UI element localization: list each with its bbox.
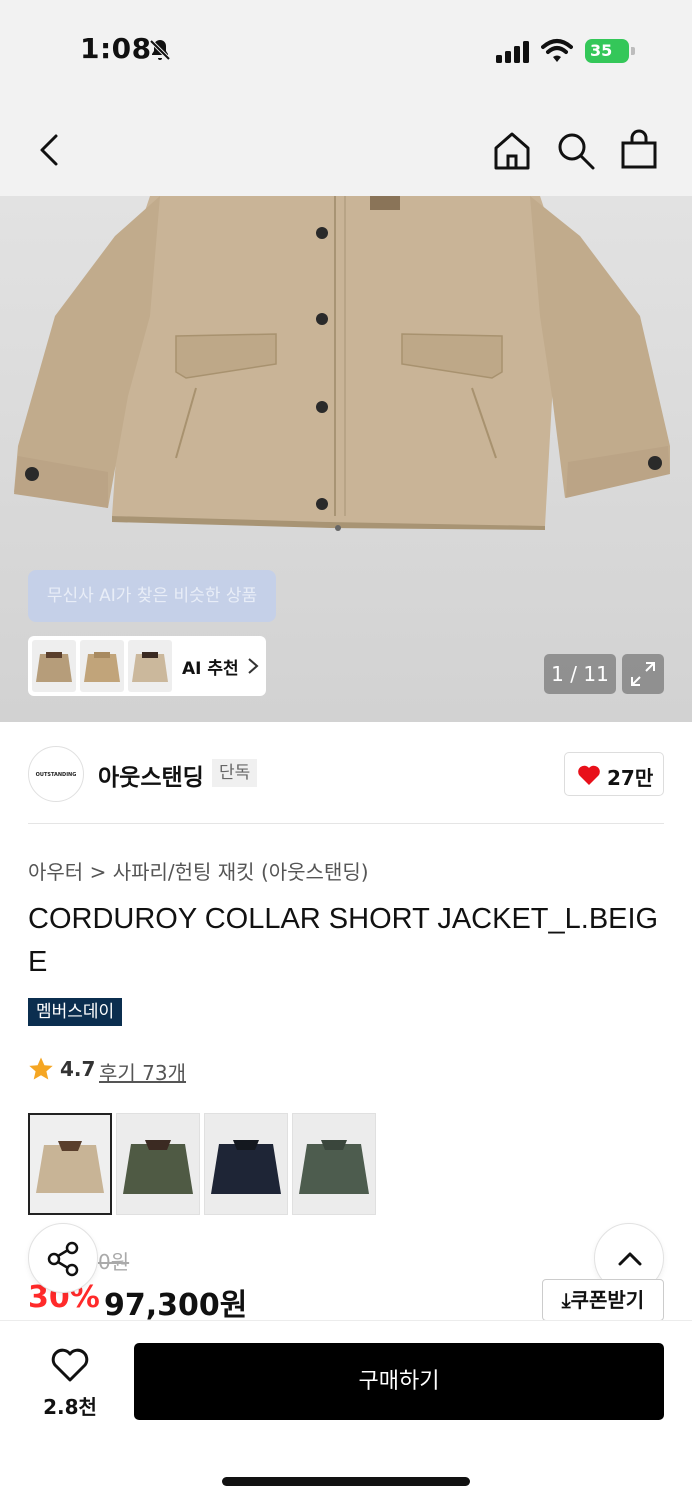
event-badge: 멤버스데이 bbox=[28, 998, 123, 1026]
download-icon: ⤓ bbox=[561, 1288, 571, 1312]
color-option-image bbox=[205, 1114, 287, 1214]
wishlist-count: 2.8천 bbox=[43, 1395, 97, 1419]
brand-like-button[interactable]: 27만 bbox=[564, 752, 664, 796]
color-option-1[interactable] bbox=[28, 1113, 112, 1215]
brand-logo[interactable]: OUTSTANDING bbox=[28, 746, 84, 802]
category-link[interactable]: 아우터 bbox=[28, 860, 83, 884]
ai-recommend-card[interactable]: AI 추천 bbox=[28, 636, 266, 696]
product-title: CORDUROY COLLAR SHORT JACKET_L.BEIGE bbox=[28, 903, 659, 978]
expand-icon bbox=[631, 662, 655, 686]
battery-tip bbox=[631, 47, 635, 55]
battery-level: 35 bbox=[585, 39, 629, 63]
color-option-image bbox=[293, 1114, 375, 1214]
shopping-bag-icon[interactable] bbox=[617, 128, 661, 172]
color-option-4[interactable] bbox=[292, 1113, 376, 1215]
expand-button[interactable] bbox=[622, 654, 664, 694]
image-counter: 1 / 11 bbox=[544, 654, 616, 694]
color-option-2[interactable] bbox=[116, 1113, 200, 1215]
exclusive-badge: 단독 bbox=[212, 759, 258, 787]
ai-thumb-2 bbox=[80, 640, 124, 692]
share-icon bbox=[47, 1241, 79, 1277]
status-bar: 1:08 35 bbox=[0, 0, 692, 100]
ai-tooltip: 무신사 AI가 찾은 비슷한 상품 bbox=[28, 570, 276, 622]
brand-row: OUTSTANDING 아웃스탠딩 단독 27만 bbox=[28, 744, 664, 804]
chevron-right-icon bbox=[248, 658, 259, 674]
rating-value: 4.7 bbox=[60, 1057, 96, 1081]
breadcrumb-separator: > bbox=[89, 860, 113, 884]
color-option-image bbox=[117, 1114, 199, 1214]
ai-recommend-label: AI 추천 bbox=[182, 659, 239, 679]
coupon-button[interactable]: ⤓쿠폰받기 bbox=[542, 1279, 664, 1321]
product-image-gallery[interactable]: 무신사 AI가 찾은 비슷한 상품 AI 추천 1 / 11 bbox=[0, 196, 692, 722]
heart-icon bbox=[578, 765, 600, 785]
search-icon[interactable] bbox=[553, 128, 597, 172]
subcategory-link[interactable]: 사파리/헌팅 재킷 (아웃스탠딩) bbox=[113, 860, 369, 884]
bell-slash-icon bbox=[149, 39, 171, 61]
ai-thumb-1 bbox=[32, 640, 76, 692]
color-option-image bbox=[30, 1115, 110, 1213]
back-chevron-icon[interactable] bbox=[28, 128, 72, 172]
original-price: 0원 bbox=[98, 1250, 130, 1274]
category-breadcrumb: 아우터 > 사파리/헌팅 재킷 (아웃스탠딩) bbox=[28, 856, 369, 885]
signal-icon bbox=[496, 41, 529, 63]
star-icon bbox=[29, 1057, 53, 1080]
buy-button[interactable]: 구매하기 bbox=[134, 1343, 664, 1420]
divider bbox=[28, 823, 664, 824]
status-time: 1:08 bbox=[80, 32, 152, 65]
top-navigation bbox=[0, 100, 692, 196]
wifi-icon bbox=[541, 39, 573, 62]
color-option-3[interactable] bbox=[204, 1113, 288, 1215]
home-indicator bbox=[222, 1477, 470, 1486]
brand-like-count: 27만 bbox=[607, 766, 654, 790]
home-icon[interactable] bbox=[490, 128, 534, 172]
battery-icon: 35 bbox=[585, 39, 635, 63]
wishlist-button[interactable]: 2.8천 bbox=[30, 1343, 110, 1423]
sale-price: 97,300원 bbox=[104, 1288, 248, 1323]
ai-thumb-3 bbox=[128, 640, 172, 692]
heart-outline-icon bbox=[51, 1348, 89, 1382]
bottom-action-bar: 2.8천 구매하기 bbox=[0, 1320, 692, 1500]
share-button[interactable] bbox=[28, 1223, 98, 1293]
coupon-label: 쿠폰받기 bbox=[570, 1288, 645, 1312]
brand-name[interactable]: 아웃스탠딩 bbox=[98, 758, 204, 792]
review-link[interactable]: 후기 73개 bbox=[99, 1057, 186, 1086]
